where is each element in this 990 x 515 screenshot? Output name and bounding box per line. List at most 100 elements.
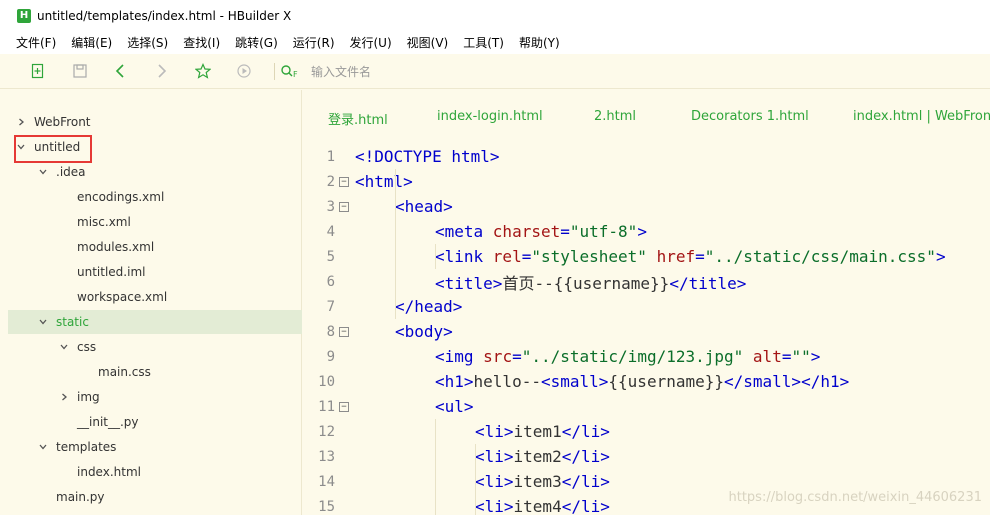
code-line[interactable]: 1 <!DOCTYPE html>	[303, 144, 990, 169]
code-line[interactable]: 10 <h1>hello--<small>{{username}}</small>…	[303, 369, 990, 394]
tree-item[interactable]: untitled.iml	[8, 260, 302, 284]
back-icon[interactable]	[112, 62, 130, 80]
tree-item-label: css	[77, 340, 97, 354]
menu-item[interactable]: 发行(U)	[350, 34, 392, 51]
code-token: "utf-8"	[569, 222, 638, 241]
star-icon[interactable]	[194, 62, 212, 80]
menu-item[interactable]: 选择(S)	[127, 34, 168, 51]
menu-item[interactable]: 视图(V)	[407, 34, 449, 51]
code-token: <body>	[395, 322, 453, 341]
tree-item[interactable]: workspace.xml	[8, 285, 302, 309]
menu-item[interactable]: 帮助(Y)	[519, 34, 560, 51]
tree-item-label: workspace.xml	[77, 290, 168, 304]
tree-item[interactable]: img	[8, 385, 302, 409]
code-token: >	[810, 347, 821, 366]
menu-item[interactable]: 文件(F)	[16, 34, 56, 51]
code-token: </head>	[395, 297, 463, 316]
fold-toggle-icon[interactable]: −	[339, 326, 349, 337]
tree-item[interactable]: templates	[8, 435, 302, 459]
code-text: <!DOCTYPE html>	[355, 147, 500, 166]
menu-item[interactable]: 工具(T)	[463, 34, 504, 51]
code-token: <img	[435, 347, 484, 366]
code-token: </li>	[561, 472, 610, 491]
new-file-icon[interactable]	[29, 62, 47, 80]
editor-tab[interactable]: index.html | WebFront	[853, 109, 990, 124]
code-token: 首页--{{username}}	[502, 273, 670, 293]
code-token: <head>	[395, 197, 453, 216]
code-line[interactable]: 4 <meta charset="utf-8">	[303, 219, 990, 244]
tree-item[interactable]: .idea	[8, 160, 302, 184]
line-number: 4	[326, 223, 335, 240]
code-token: "../static/css/main.css"	[704, 247, 936, 266]
tree-item[interactable]: main.css	[8, 360, 302, 384]
chevron-down-icon[interactable]	[38, 442, 48, 452]
code-token: item1	[513, 422, 562, 441]
code-token: <meta	[435, 222, 493, 241]
fold-toggle-icon[interactable]: −	[339, 201, 349, 212]
chevron-down-icon[interactable]	[38, 167, 48, 177]
code-line[interactable]: 12 <li>item1</li>	[303, 419, 990, 444]
tree-item-label: misc.xml	[77, 215, 131, 229]
tree-item-label: .idea	[56, 165, 86, 179]
tree-item-label: untitled	[34, 140, 81, 154]
chevron-right-icon[interactable]	[59, 392, 69, 402]
tree-item[interactable]: modules.xml	[8, 235, 302, 259]
tree-item[interactable]: main.py	[8, 485, 302, 509]
chevron-down-icon[interactable]	[16, 142, 26, 152]
line-number: 1	[326, 148, 335, 165]
code-line[interactable]: 13 <li>item2</li>	[303, 444, 990, 469]
tree-item[interactable]: WebFront	[8, 110, 302, 134]
code-token: <li>	[475, 472, 514, 491]
code-token: </li>	[561, 497, 610, 515]
editor-tab[interactable]: index-login.html	[437, 109, 543, 124]
hbuilder-logo-icon: H	[17, 8, 31, 23]
code-editor[interactable]: 1 <!DOCTYPE html> 2− <html> 3− <head> 4 <meta c…	[303, 144, 990, 515]
run-icon[interactable]	[235, 62, 253, 80]
code-token: <h1>	[435, 372, 474, 391]
line-number: 8	[326, 323, 335, 340]
tree-item[interactable]: encodings.xml	[8, 185, 302, 209]
code-text: <h1>hello--<small>{{username}}</small></…	[435, 372, 849, 391]
fold-toggle-icon[interactable]: −	[339, 176, 349, 187]
editor-tab[interactable]: 2.html	[594, 109, 636, 124]
line-number: 12	[318, 423, 335, 440]
code-line[interactable]: 2− <html>	[303, 169, 990, 194]
editor-tab[interactable]: 登录.html	[328, 109, 388, 128]
indent-guide	[395, 169, 396, 319]
code-line[interactable]: 6 <title>首页--{{username}}</title>	[303, 269, 990, 294]
editor-tab[interactable]: Decorators 1.html	[691, 109, 809, 124]
menu-item[interactable]: 编辑(E)	[71, 34, 112, 51]
menu-item[interactable]: 运行(R)	[293, 34, 335, 51]
tree-item[interactable]: css	[8, 335, 302, 359]
code-line[interactable]: 9 <img src="../static/img/123.jpg" alt=""…	[303, 344, 990, 369]
menu-bar: 文件(F) 编辑(E) 选择(S) 查找(I) 跳转(G) 运行(R) 发行(U) 视图(V)…	[0, 31, 990, 54]
tree-item[interactable]: index.html	[8, 460, 302, 484]
code-line[interactable]: 3− <head>	[303, 194, 990, 219]
save-icon[interactable]	[71, 62, 89, 80]
code-line[interactable]: 11− <ul>	[303, 394, 990, 419]
code-text: <li>item4</li>	[475, 497, 610, 515]
file-search-input[interactable]	[311, 62, 611, 82]
forward-icon[interactable]	[152, 62, 170, 80]
code-token: </li>	[561, 422, 610, 441]
indent-guide	[475, 444, 476, 515]
tree-item-label: encodings.xml	[77, 190, 165, 204]
chevron-down-icon[interactable]	[38, 317, 48, 327]
tree-item[interactable]: untitled	[8, 135, 302, 159]
code-token: =	[695, 247, 705, 266]
code-token: </title>	[669, 273, 747, 293]
chevron-right-icon[interactable]	[16, 117, 26, 127]
tree-item-label: static	[56, 315, 89, 329]
tree-item[interactable]: __init__.py	[8, 410, 302, 434]
fold-toggle-icon[interactable]: −	[339, 401, 349, 412]
tree-item[interactable]: static	[8, 310, 302, 334]
tree-item[interactable]: misc.xml	[8, 210, 302, 234]
menu-item[interactable]: 查找(I)	[183, 34, 220, 51]
code-line[interactable]: 8− <body>	[303, 319, 990, 344]
chevron-down-icon[interactable]	[59, 342, 69, 352]
code-text: <title>首页--{{username}}</title>	[435, 270, 746, 294]
code-line[interactable]: 7 </head>	[303, 294, 990, 319]
code-token: >	[637, 222, 647, 241]
code-line[interactable]: 5 <link rel="stylesheet" href="../static/…	[303, 244, 990, 269]
menu-item[interactable]: 跳转(G)	[235, 34, 278, 51]
